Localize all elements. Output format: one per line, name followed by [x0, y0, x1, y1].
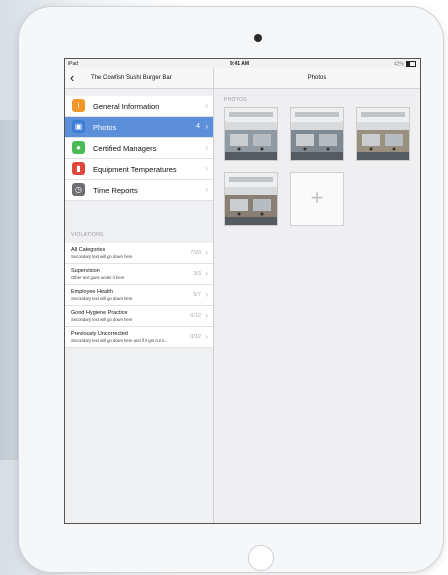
violation-title: All Categories — [71, 247, 106, 253]
chevron-right-icon: › — [205, 332, 208, 341]
battery-icon — [406, 61, 416, 67]
kitchen-image — [291, 108, 343, 160]
info-icon: i — [72, 99, 85, 112]
menu-item-label: Photos — [93, 123, 117, 132]
photo-icon: ▣ — [72, 120, 85, 133]
menu-item-label: General Information — [93, 102, 160, 111]
violation-count: 0/12 — [190, 334, 201, 340]
chevron-right-icon: › — [205, 311, 208, 320]
chevron-right-icon: › — [205, 269, 208, 278]
chevron-right-icon: › — [205, 290, 208, 299]
menu-item-equipment-temperatures[interactable]: ▮ Equipment Temperatures › — [65, 159, 213, 180]
violation-row[interactable]: Previously Uncorrected Secondary text wil… — [65, 327, 213, 348]
chevron-right-icon: › — [205, 185, 208, 194]
inspection-menu: i General Information › ▣ Photos 4 › ● Certified… — [65, 96, 213, 201]
kitchen-image — [357, 108, 409, 160]
chevron-right-icon: › — [205, 143, 208, 152]
violation-count: 3/3 — [193, 271, 201, 277]
violations-list: All Categories Secondary text will go dow… — [65, 243, 213, 348]
violation-subtitle: Secondary text will go down here and if … — [71, 338, 168, 343]
kitchen-image — [225, 108, 277, 160]
add-photo-button[interactable]: + — [290, 172, 344, 226]
chevron-right-icon: › — [205, 248, 208, 257]
kitchen-photo-4[interactable] — [224, 172, 278, 226]
back-chevron-icon[interactable]: ‹ — [70, 71, 74, 84]
battery-status: 42% — [394, 61, 416, 67]
device-name: iPad — [68, 61, 79, 67]
violation-count: 5/7 — [193, 292, 201, 298]
kitchen-photo-1[interactable] — [224, 107, 278, 161]
detail-nav-bar: Photos — [214, 68, 420, 89]
menu-item-label: Equipment Temperatures — [93, 165, 177, 174]
photos-header: PHOTOS — [224, 97, 247, 103]
status-bar: iPad 9:41 AM 42% — [65, 59, 420, 68]
master-pane: i General Information › ▣ Photos 4 › ● Certified… — [65, 89, 214, 523]
violation-subtitle: Other text goes under it here — [71, 275, 125, 280]
menu-item-photos[interactable]: ▣ Photos 4 › — [65, 117, 213, 138]
violation-title: Good Hygiene Practice — [71, 310, 128, 316]
chevron-right-icon: › — [205, 122, 208, 131]
app-screen: iPad 9:41 AM 42% ‹ The Cowfish Sushi Bur… — [64, 58, 421, 524]
menu-item-count: 4 — [196, 123, 200, 130]
menu-item-label: Certified Managers — [93, 144, 157, 153]
chevron-right-icon: › — [205, 101, 208, 110]
page-title: Photos — [307, 75, 327, 81]
thermometer-icon: ▮ — [72, 162, 85, 175]
clock: 9:41 AM — [230, 61, 249, 67]
violation-title: Supervision — [71, 268, 100, 274]
violation-count: 0/12 — [190, 313, 201, 319]
camera — [254, 34, 262, 42]
menu-item-certified-managers[interactable]: ● Certified Managers › — [65, 138, 213, 159]
violation-row[interactable]: Supervision Other text goes under it here… — [65, 264, 213, 285]
violation-subtitle: Secondary text will go down here — [71, 254, 133, 259]
violation-row[interactable]: Employee Health Secondary text will go do… — [65, 285, 213, 306]
violation-row[interactable]: Good Hygiene Practice Secondary text will… — [65, 306, 213, 327]
kitchen-image — [225, 173, 277, 225]
violation-count: 7/20 — [190, 250, 201, 256]
menu-item-time-reports[interactable]: ◷ Time Reports › — [65, 180, 213, 201]
kitchen-photo-2[interactable] — [290, 107, 344, 161]
restaurant-title: The Cowfish Sushi Burger Bar — [91, 75, 172, 81]
chevron-right-icon: › — [205, 164, 208, 173]
menu-item-general-information[interactable]: i General Information › — [65, 96, 213, 117]
violation-title: Employee Health — [71, 289, 113, 295]
violation-title: Previously Uncorrected — [71, 331, 128, 337]
clock-icon: ◷ — [72, 183, 85, 196]
home-button[interactable] — [248, 545, 274, 571]
person-icon: ● — [72, 141, 85, 154]
violation-subtitle: Secondary text will go down here — [71, 317, 133, 322]
violations-header: VIOLATIONS — [71, 232, 104, 238]
detail-pane: PHOTOS + — [214, 89, 420, 523]
kitchen-photo-3[interactable] — [356, 107, 410, 161]
violation-subtitle: Secondary text will go down here — [71, 296, 133, 301]
menu-item-label: Time Reports — [93, 186, 138, 195]
violation-row[interactable]: All Categories Secondary text will go dow… — [65, 243, 213, 264]
master-nav-bar: ‹ The Cowfish Sushi Burger Bar — [65, 68, 214, 89]
